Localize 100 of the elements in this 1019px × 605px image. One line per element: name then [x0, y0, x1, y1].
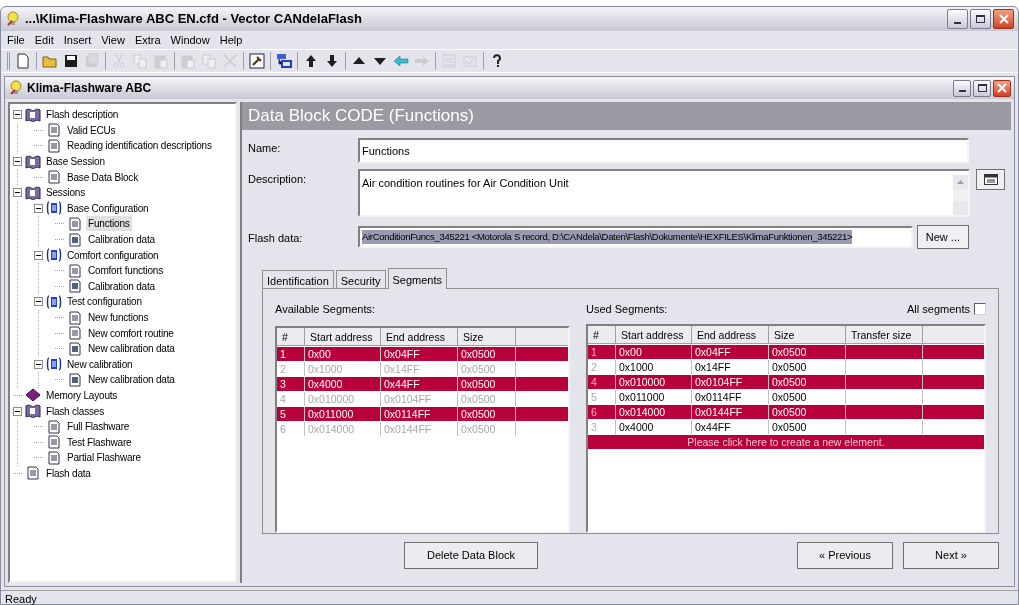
flash-data-field[interactable]: AirConditionFuncs_345221 <Motorola S record, D:\CANdela\Daten\Flash\Dokumente\HEXFILES\KlimaFunktionen_345221>	[358, 226, 913, 248]
column-header[interactable]: #	[277, 327, 305, 345]
column-header[interactable]: Size	[458, 327, 516, 345]
tree-item[interactable]: New comfort routine	[86, 325, 176, 341]
window-hammer-icon[interactable]	[249, 53, 265, 69]
column-header[interactable]: #	[588, 325, 616, 343]
new-file-icon[interactable]	[15, 53, 31, 69]
tree-item[interactable]: Sessions	[44, 185, 87, 201]
tab[interactable]: Security	[335, 270, 386, 288]
new-button[interactable]: New ...	[916, 225, 969, 249]
table-cell: 0x0114FF	[692, 389, 769, 404]
table-row[interactable]: 5 0x011000 0x0114FF 0x0500	[277, 406, 568, 421]
tree-item[interactable]: Reading identification descriptions	[65, 138, 214, 154]
bracket-list-icon	[46, 248, 62, 263]
tree-item[interactable]: New calibration data	[86, 372, 177, 388]
table-row[interactable]: 3 0x4000 0x44FF 0x0500	[588, 419, 984, 434]
minimize-button[interactable]	[953, 79, 971, 97]
table-cell: 0x0500	[458, 391, 516, 406]
tree-item[interactable]: Calibration data	[86, 232, 157, 248]
table-cell: 0x4000	[305, 376, 381, 391]
collapse-toggle[interactable]	[13, 157, 22, 167]
tab[interactable]: Segments	[387, 268, 448, 289]
tree-item[interactable]: Full Flashware	[65, 419, 132, 435]
table-row[interactable]: 1 0x00 0x04FF 0x0500	[588, 344, 984, 359]
tree-item[interactable]: Test configuration	[65, 294, 144, 310]
arrow-down-icon[interactable]	[324, 53, 340, 69]
arrow-up-icon[interactable]	[303, 53, 319, 69]
close-button[interactable]	[993, 79, 1011, 97]
tree-item[interactable]: Functions	[86, 216, 132, 232]
tree-item[interactable]: Base Configuration	[65, 200, 151, 216]
column-header[interactable]: Start address	[305, 327, 381, 345]
wizard-button[interactable]: « Previous	[797, 542, 893, 569]
collapse-toggle[interactable]	[13, 188, 22, 198]
tree-item[interactable]: Base Data Block	[65, 169, 140, 185]
table-cell: 0x14FF	[692, 359, 769, 374]
menu-item[interactable]: Insert	[63, 31, 92, 49]
collapse-toggle[interactable]	[34, 297, 43, 307]
collapse-toggle[interactable]	[13, 406, 22, 416]
menu-item[interactable]: Window	[170, 31, 210, 49]
column-header[interactable]: Size	[769, 325, 846, 343]
table-cell: 0x0500	[458, 361, 516, 376]
tree-item[interactable]: Flash data	[44, 465, 93, 481]
table-row[interactable]: 6 0x014000 0x0144FF 0x0500	[588, 404, 984, 419]
tree-item[interactable]: Comfort functions	[86, 263, 165, 279]
table-row[interactable]: 1 0x00 0x04FF 0x0500	[277, 346, 568, 361]
table-cell: 2	[588, 359, 616, 374]
new-element-row[interactable]: Please click here to create a new element.	[588, 434, 984, 449]
collapse-toggle[interactable]	[34, 359, 43, 369]
menu-item[interactable]: Extra	[134, 31, 161, 49]
tree-item[interactable]: Base Session	[44, 154, 107, 170]
menu-item[interactable]: File	[7, 31, 25, 49]
open-folder-icon[interactable]	[42, 53, 58, 69]
tree-item[interactable]: New calibration	[65, 356, 135, 372]
collapse-toggle[interactable]	[13, 110, 22, 120]
maximize-button[interactable]	[973, 79, 991, 97]
data-document-icon	[67, 372, 83, 387]
description-field[interactable]: Air condition routines for Air Condition Unit	[358, 169, 970, 217]
close-button[interactable]	[993, 9, 1014, 29]
table-cell: 0x04FF	[381, 346, 458, 361]
tree-item[interactable]: Flash classes	[44, 403, 106, 419]
table-row[interactable]: 4 0x010000 0x0104FF 0x0500	[588, 374, 984, 389]
table-cell: 0x014000	[616, 404, 692, 419]
all-segments-checkbox[interactable]	[974, 303, 986, 316]
column-header[interactable]: End address	[692, 325, 769, 343]
tree-item[interactable]: Memory Layouts	[44, 388, 120, 403]
wizard-button[interactable]: Next »	[903, 542, 999, 569]
name-field[interactable]: Functions	[358, 138, 969, 163]
table-cell: 0x0500	[458, 421, 516, 436]
tree-item[interactable]: New functions	[86, 310, 151, 325]
tab[interactable]: Identification	[262, 270, 334, 288]
wizard-button[interactable]: Delete Data Block	[404, 542, 538, 569]
field-label: Flash data:	[248, 230, 304, 246]
table-row[interactable]: 2 0x1000 0x14FF 0x0500	[588, 359, 984, 374]
tree-item[interactable]: Valid ECUs	[65, 122, 118, 138]
structure-icon[interactable]	[276, 53, 292, 69]
document-icon	[67, 216, 83, 231]
collapse-toggle[interactable]	[34, 250, 43, 260]
tree-item[interactable]: Test Flashware	[65, 434, 134, 450]
tree-item[interactable]: Partial Flashware	[65, 450, 143, 466]
maximize-button[interactable]	[970, 9, 991, 29]
menu-item[interactable]: View	[101, 31, 125, 49]
table-cell: 0x44FF	[381, 376, 458, 391]
tree-item[interactable]: Flash description	[44, 107, 121, 123]
tree-item[interactable]: New calibration data	[86, 341, 177, 357]
tree-item[interactable]: Calibration data	[86, 278, 157, 294]
menu-item[interactable]: Edit	[34, 31, 54, 49]
save-icon[interactable]	[63, 53, 79, 69]
editor-button[interactable]	[976, 169, 1005, 190]
column-header[interactable]: Start address	[616, 325, 692, 343]
minimize-button[interactable]	[947, 9, 968, 29]
table-row[interactable]: 5 0x011000 0x0114FF 0x0500	[588, 389, 984, 404]
menu-item[interactable]: Help	[219, 31, 243, 49]
collapse-toggle[interactable]	[34, 203, 43, 213]
tree-item[interactable]: Comfort configuration	[65, 247, 161, 263]
scrollbar[interactable]	[953, 175, 968, 215]
field-label: Description:	[248, 172, 308, 187]
column-header[interactable]: Transfer size	[846, 325, 923, 343]
column-header[interactable]: End address	[381, 327, 458, 345]
table-cell: 6	[588, 404, 616, 419]
table-row[interactable]: 3 0x4000 0x44FF 0x0500	[277, 376, 568, 391]
